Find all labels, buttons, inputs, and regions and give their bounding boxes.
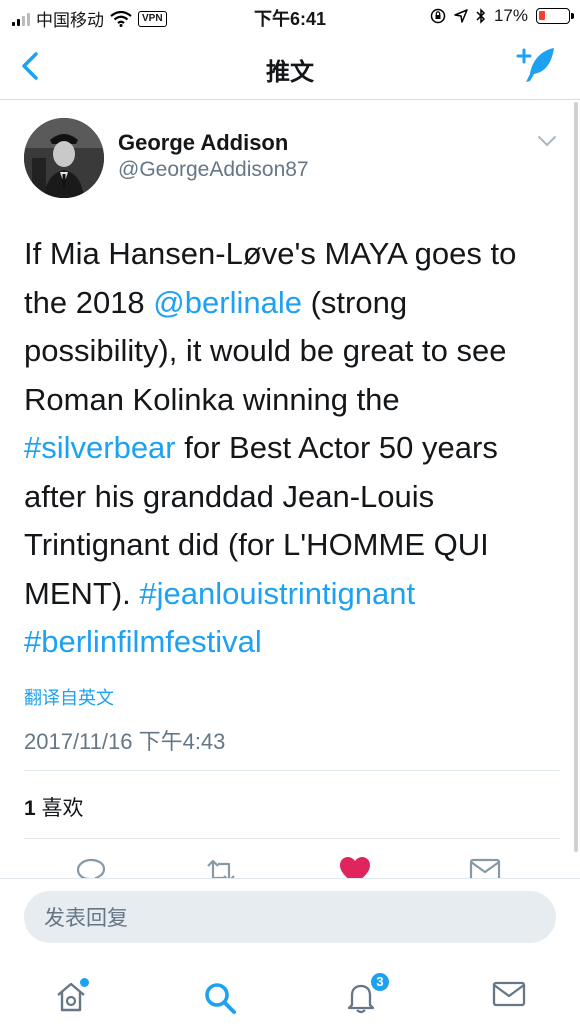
tab-bar: 3 [0,960,580,1032]
tweet-text-line: Roman Kolinka winning the [24,376,558,425]
chevron-down-icon [538,136,556,147]
reply-icon [76,858,106,880]
mention-link[interactable]: @berlinale [153,285,302,320]
tweet-text-segment: after his granddad Jean-Louis [24,478,435,514]
search-icon [205,983,236,1014]
compose-feather-icon [516,48,554,82]
tweet-actions [0,856,580,880]
tweet-text-segment: possibility), it would be great to see [24,333,507,368]
status-right: 17% [430,6,574,26]
retweet-button[interactable] [204,856,238,880]
status-bar: 中国移动 VPN 下午6:41 17% [0,0,580,32]
reply-bar: 发表回复 [0,878,580,960]
tweet-text-segment: Trintignant did (for L'HOMME QUI [24,527,489,562]
battery-icon [536,8,574,24]
nav-bar: 推文 [0,32,580,100]
author-handle[interactable]: @GeorgeAddison87 [118,158,309,182]
tweet-text-segment: Roman Kolinka winning the [24,381,400,417]
divider [24,838,560,839]
tab-notifications[interactable]: 3 [336,970,390,1020]
tab-messages[interactable] [484,970,534,1020]
tweet: George Addison @GeorgeAddison87 If Mia H… [0,100,580,880]
tweet-text-segment: If Mia Hansen-Løve's MAYA goes to [24,236,517,271]
likes-label: 喜欢 [41,797,84,820]
reply-input[interactable]: 发表回复 [24,891,556,943]
tweet-timestamp: 2017/11/16 下午4:43 [24,729,226,754]
hashtag-link[interactable]: #jeanlouistrintignant [139,576,415,611]
reply-button[interactable] [74,856,108,880]
tweet-text-line: after his granddad Jean-Louis [24,473,558,522]
location-arrow-icon [454,9,468,23]
tweet-text-segment: the 2018 [24,284,154,320]
direct-message-button[interactable] [468,856,502,880]
tab-home[interactable] [46,970,96,1020]
tab-search[interactable] [194,970,244,1020]
likes-count: 1 [24,797,36,820]
hashtag-link[interactable]: #berlinfilmfestival [24,624,262,659]
like-button[interactable] [338,856,372,880]
tweet-text-segment: for Best Actor 50 years [175,430,498,465]
tweet-text: If Mia Hansen-Løve's MAYA goes to the 201… [24,230,558,667]
avatar[interactable] [24,118,104,198]
author-name[interactable]: George Addison [118,130,288,156]
tweet-options-button[interactable] [536,134,558,148]
tweet-text-line: #silverbear for Best Actor 50 years [24,424,558,473]
mail-icon [469,858,501,880]
tweet-text-line: MENT). #jeanlouistrintignant [24,570,558,619]
tweet-text-line: possibility), it would be great to see [24,327,558,376]
tweet-text-line: If Mia Hansen-Løve's MAYA goes to [24,230,558,279]
tweet-text-segment: (strong [301,284,408,320]
tweet-detail-screen: 中国移动 VPN 下午6:41 17% 推文 George Addison @G… [0,0,580,1032]
tweet-text-line: #berlinfilmfestival [24,618,558,667]
retweet-icon [207,859,235,880]
hashtag-link[interactable]: #silverbear [24,430,176,465]
likes-stat[interactable]: 1 喜欢 [24,792,84,822]
divider [24,770,560,771]
rotation-lock-icon [430,8,446,24]
compose-tweet-button[interactable] [514,44,558,88]
avatar-photo [24,118,104,198]
translate-link[interactable]: 翻译自英文 [24,684,114,710]
page-title: 推文 [266,59,314,86]
mail-icon [492,981,526,1007]
tweet-text-segment: MENT). [24,575,140,611]
heart-icon [340,857,370,880]
tweet-text-line: the 2018 @berlinale (strong [24,279,558,328]
battery-percent: 17% [493,6,528,25]
tweet-text-line: Trintignant did (for L'HOMME QUI [24,521,558,570]
home-new-dot [80,978,89,987]
notifications-badge: 3 [370,972,390,992]
bluetooth-icon [476,8,486,24]
scrollbar[interactable] [574,102,578,852]
